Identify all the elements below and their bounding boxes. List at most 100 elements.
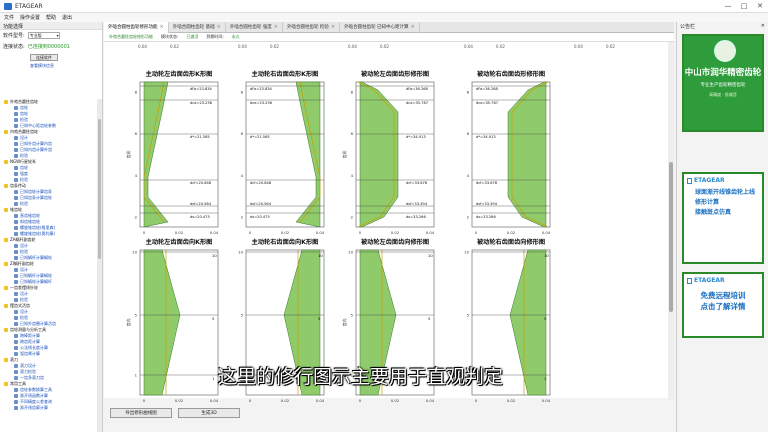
menu-help[interactable]: 帮助 [46,14,56,21]
generate-3d-button[interactable]: 生成3D [178,408,240,418]
reference-label: dsf=20.564 [190,202,212,206]
advert-title: 中山市润华精密齿轮 [684,68,762,78]
y-tick-label: 2 [351,215,354,220]
close-tab-icon[interactable]: × [331,22,335,33]
expire-value: 永久 [231,34,240,39]
y-tick-label: 5 [135,313,138,318]
connection-label: 连接状态: [3,44,25,50]
folder-icon [4,328,8,332]
previous-tick-label: 0.02 [170,44,179,49]
y-tick-label: 5 [467,313,470,318]
y-tick-label: 6 [351,131,354,136]
gear-icon [14,346,18,350]
close-icon[interactable]: ✕ [761,23,765,30]
menu-exit[interactable]: 退出 [62,14,72,21]
gear-icon [14,340,18,344]
tree-label: 设计 [20,135,28,140]
close-tab-icon[interactable]: × [411,22,415,33]
tab-1[interactable]: 外啮合圆柱齿轮 基础 × [169,22,226,33]
tree-label: 螺旋锥齿轮(奥利康) [20,231,56,236]
previous-tick-label: 0.02 [496,44,505,49]
y-tick-label: 4 [351,173,354,178]
tree-label: 内啮合圆柱齿轮 [10,129,38,134]
reference-label: dca=23.256 [250,101,273,105]
y-tick-label: 8 [241,90,244,95]
folder-icon [4,304,8,308]
software-select[interactable]: 专业版 ▾ [27,32,60,39]
function-tree: 外啮合圆柱齿轮 齿轮 齿轮 检验 已知中心距齿轮参数 内啮合圆柱齿轮 设计 已知外齿计算内齿已… [0,99,97,432]
gear-icon [14,106,18,110]
app-logo-icon [4,2,12,10]
tree-label: 设计 [20,243,28,248]
view-module-link[interactable]: 查看模块信息 [30,63,102,69]
x-tick-label: 0.02 [281,398,290,403]
x-tick-label: 0.04 [426,230,435,235]
close-tab-icon[interactable]: × [217,22,221,33]
advert-banner-3[interactable]: ETAGEAR 免费远程培训 点击了解详情 [682,272,764,338]
chart-3: 被动轮右齿面齿形修形图 dFa=36.268 dca=35.787 d*=34.913… [456,68,566,238]
advert-line: 点击了解详情 [700,302,746,311]
reference-label: dsf=33.394 [476,202,498,206]
chart-scrollbar[interactable] [668,42,674,400]
tab-3[interactable]: 外啮合圆柱齿轮 检验 × [283,22,341,33]
gear-icon [14,322,18,326]
y-axis-label: 齿形 [341,151,347,159]
window-title: ETAGEAR [15,2,43,10]
maximize-button[interactable]: □ [736,2,752,10]
gear-icon [14,394,18,398]
company-logo-icon [714,40,736,62]
advert-banner-2[interactable]: ETAGEAR 球面渐开线锥齿轮上线 修形计算 接触斑点仿真 [682,172,764,264]
tree-label: 检验 [20,297,28,302]
x-tick-label: 0.04 [542,398,551,403]
tab-label: 外啮合圆柱齿轮 检验 [286,25,329,30]
x-tick-label: 0 [359,230,362,235]
tab-2[interactable]: 外啮合圆柱齿轮 强度 × [226,22,283,33]
title-bar: ETAGEAR — □ ✕ [0,0,768,13]
close-button[interactable]: ✕ [752,2,768,10]
close-tab-icon[interactable]: × [274,22,278,33]
tree-label: 检验 [20,249,28,254]
reference-label: ds=20.475 [250,215,270,219]
tree-label: 齿轮 [20,111,28,116]
x-tick-label: 0.02 [175,230,184,235]
reference-label: dFa=36.268 [476,87,499,91]
y-tick-label: 10 [238,250,243,255]
tab-4[interactable]: 外啮合圆柱齿轮 已知中心距计算 × [340,22,420,33]
advert-line: 免费远程培训 [700,291,746,300]
tree-label: 一齿多滚刀齿 [20,375,44,380]
reference-label: 10 [212,253,217,258]
y-tick-label: 8 [135,90,138,95]
folder-icon [4,358,8,362]
reference-label: dca=35.787 [476,101,498,105]
gear-icon [14,244,18,248]
chart-title: 主动轮右齿面齿形K形图 [252,70,319,78]
menu-file[interactable]: 文件 [4,14,14,21]
minimize-button[interactable]: — [720,2,736,10]
previous-tick-label: 0.04 [138,44,147,49]
advert-banner-1[interactable]: 中山市润华精密齿轮 专业生产齿轮精密齿轮 高精度 · 低噪音 [682,34,764,132]
reference-label: d*=34.913 [406,135,426,139]
tree-label: 设计 [20,267,28,272]
export-curve-button[interactable]: 导出修形曲线图 [110,408,172,418]
tree-scrollbar[interactable] [97,99,102,432]
close-tab-icon[interactable]: × [160,22,164,33]
tab-label: 外啮合圆柱齿轮 强度 [229,25,272,30]
y-tick-label: 2 [135,215,138,220]
x-tick-label: 0 [249,230,252,235]
menu-settings[interactable]: 操作设置 [20,14,40,21]
app-window: ETAGEAR — □ ✕ 文件 操作设置 帮助 退出 功能选择 软件型号: 专… [0,0,768,432]
x-tick-label: 0.02 [507,230,516,235]
x-tick-label: 0.04 [316,230,325,235]
tree-label: 跨棒距计算 [20,333,40,338]
x-tick-label: 0.02 [281,230,290,235]
connect-button[interactable]: 连接软件 [30,54,58,61]
gear-icon [14,256,18,260]
advert-line: 修形计算 [695,199,720,206]
y-tick-label: 4 [241,173,244,178]
reference-label: d*=21.565 [190,135,210,139]
reference-label: dFa=23.834 [190,87,213,91]
tree-item[interactable]: 渐开线齿廓计算 [0,405,97,411]
tree-label: 摆齿式活齿 [10,303,30,308]
tab-0[interactable]: 外啮合圆柱齿轮修形功能 × [104,22,169,33]
gear-icon [14,148,18,152]
